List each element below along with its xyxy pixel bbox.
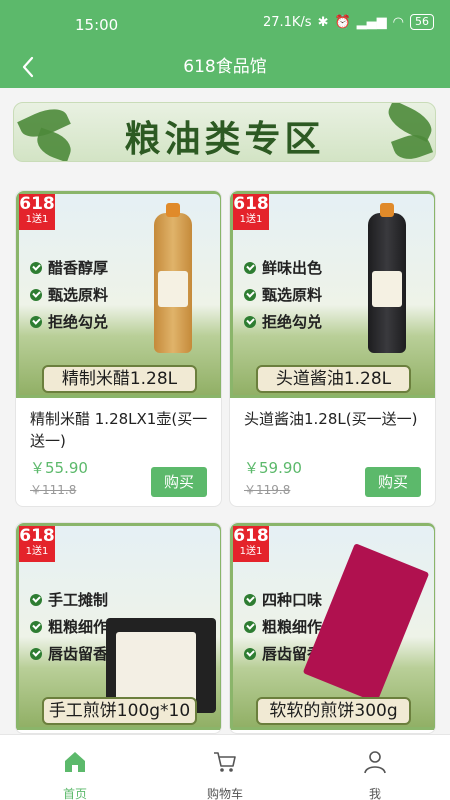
- check-icon: [30, 593, 42, 606]
- product-name[interactable]: 头道酱油1.28L(买一送一): [244, 408, 426, 430]
- user-icon: [364, 751, 386, 774]
- feature-item: 唇齿留香: [30, 643, 108, 664]
- tab-home[interactable]: 首页: [0, 735, 150, 800]
- check-icon: [244, 620, 256, 633]
- buy-button[interactable]: 购买: [365, 467, 421, 497]
- badge-offer: 1送1: [239, 214, 263, 225]
- promo-badge: 618 1送1: [233, 526, 269, 562]
- badge-618: 618: [19, 194, 55, 214]
- page-title: 618食品馆: [183, 57, 267, 77]
- product-price: ￥55.90: [30, 459, 88, 477]
- feature-list: 醋香醇厚 甄选原料 拒绝勾兑: [30, 257, 108, 338]
- feature-item: 甄选原料: [244, 284, 322, 305]
- check-icon: [244, 261, 256, 274]
- badge-618: 618: [233, 194, 269, 214]
- feature-text: 四种口味: [262, 591, 323, 609]
- promo-badge: 618 1送1: [19, 194, 55, 230]
- bottom-tab-bar: 首页 购物车 我: [0, 734, 450, 800]
- buy-button[interactable]: 购买: [151, 467, 207, 497]
- banner-title: 粮油类专区: [124, 119, 325, 160]
- product-image[interactable]: 618 1送1 醋香醇厚 甄选原料 拒绝勾兑 精制米醋1.28L: [16, 191, 221, 398]
- product-original-price: ￥119.8: [244, 483, 291, 497]
- product-image[interactable]: 618 1送1 四种口味 粗粮细作 唇齿留香 软软的煎饼300g: [230, 523, 435, 730]
- product-card[interactable]: 618 1送1 鲜味出色 甄选原料 拒绝勾兑 头道酱油1.28L 头道酱油1.2…: [229, 190, 436, 507]
- vinegar-bottle-image: [154, 203, 192, 353]
- product-card[interactable]: 618 1送1 四种口味 粗粮细作 唇齿留香 软软的煎饼300g: [229, 522, 436, 734]
- check-icon: [30, 288, 42, 301]
- wifi-icon: ◠: [392, 14, 404, 30]
- badge-offer: 1送1: [239, 546, 263, 557]
- product-image-label: 手工煎饼100g*10: [42, 697, 197, 725]
- badge-offer: 1送1: [25, 214, 49, 225]
- check-icon: [244, 647, 256, 660]
- alarm-icon: ⏰: [334, 14, 351, 30]
- check-icon: [244, 315, 256, 328]
- product-card[interactable]: 618 1送1 醋香醇厚 甄选原料 拒绝勾兑 精制米醋1.28L 精制米醋 1.…: [15, 190, 222, 507]
- tab-me[interactable]: 我: [300, 735, 450, 800]
- feature-item: 拒绝勾兑: [30, 311, 108, 332]
- feature-text: 鲜味出色: [262, 259, 323, 277]
- product-image-label: 头道酱油1.28L: [256, 365, 411, 393]
- check-icon: [30, 261, 42, 274]
- tab-label: 购物车: [206, 787, 243, 800]
- check-icon: [30, 620, 42, 633]
- bluetooth-icon: ✱: [317, 14, 329, 30]
- product-image-label: 软软的煎饼300g: [256, 697, 411, 725]
- badge-618: 618: [19, 526, 55, 546]
- status-bar: 15:00 27.1K/s ✱ ⏰ ▂▄▆ ◠ 56: [0, 0, 450, 46]
- check-icon: [30, 647, 42, 660]
- feature-item: 粗粮细作: [244, 616, 322, 637]
- feature-text: 粗粮细作: [48, 618, 109, 636]
- tab-label: 我: [368, 787, 381, 800]
- tab-cart[interactable]: 购物车: [150, 735, 300, 800]
- tab-label: 首页: [62, 787, 87, 800]
- badge-618: 618: [233, 526, 269, 546]
- feature-list: 鲜味出色 甄选原料 拒绝勾兑: [244, 257, 322, 338]
- feature-item: 四种口味: [244, 589, 322, 610]
- top-bar: 15:00 27.1K/s ✱ ⏰ ▂▄▆ ◠ 56 618食品馆: [0, 0, 450, 88]
- product-price: ￥59.90: [244, 459, 302, 477]
- product-image[interactable]: 618 1送1 鲜味出色 甄选原料 拒绝勾兑 头道酱油1.28L: [230, 191, 435, 398]
- feature-text: 手工摊制: [48, 591, 109, 609]
- signal-icon: ▂▄▆: [356, 14, 387, 30]
- status-time: 15:00: [75, 16, 119, 34]
- feature-text: 粗粮细作: [262, 618, 323, 636]
- product-name[interactable]: 精制米醋 1.28LX1壶(买一送一): [30, 408, 212, 452]
- soy-sauce-bottle-image: [368, 203, 406, 353]
- badge-offer: 1送1: [25, 546, 49, 557]
- feature-list: 手工摊制 粗粮细作 唇齿留香: [30, 589, 108, 670]
- feature-text: 甄选原料: [48, 286, 109, 304]
- check-icon: [244, 593, 256, 606]
- feature-text: 醋香醇厚: [48, 259, 109, 277]
- feature-item: 甄选原料: [30, 284, 108, 305]
- check-icon: [244, 288, 256, 301]
- feature-text: 拒绝勾兑: [262, 313, 323, 331]
- feature-item: 粗粮细作: [30, 616, 108, 637]
- battery-icon: 56: [410, 14, 434, 30]
- network-speed: 27.1K/s: [262, 14, 312, 30]
- product-card[interactable]: 618 1送1 手工摊制 粗粮细作 唇齿留香 手工煎饼100g*10: [15, 522, 222, 734]
- product-image[interactable]: 618 1送1 手工摊制 粗粮细作 唇齿留香 手工煎饼100g*10: [16, 523, 221, 730]
- check-icon: [30, 315, 42, 328]
- title-bar: 618食品馆: [0, 46, 450, 88]
- feature-item: 醋香醇厚: [30, 257, 108, 278]
- promo-badge: 618 1送1: [19, 526, 55, 562]
- feature-text: 甄选原料: [262, 286, 323, 304]
- feature-item: 鲜味出色: [244, 257, 322, 278]
- cart-icon: [214, 752, 236, 772]
- feature-item: 拒绝勾兑: [244, 311, 322, 332]
- promo-badge: 618 1送1: [233, 194, 269, 230]
- feature-text: 拒绝勾兑: [48, 313, 109, 331]
- product-image-label: 精制米醋1.28L: [42, 365, 197, 393]
- feature-item: 手工摊制: [30, 589, 108, 610]
- home-icon: [65, 752, 85, 772]
- product-original-price: ￥111.8: [30, 483, 77, 497]
- status-indicators: 27.1K/s ✱ ⏰ ▂▄▆ ◠ 56: [263, 14, 434, 30]
- feature-text: 唇齿留香: [48, 645, 109, 663]
- category-banner: 粮油类专区: [13, 102, 436, 162]
